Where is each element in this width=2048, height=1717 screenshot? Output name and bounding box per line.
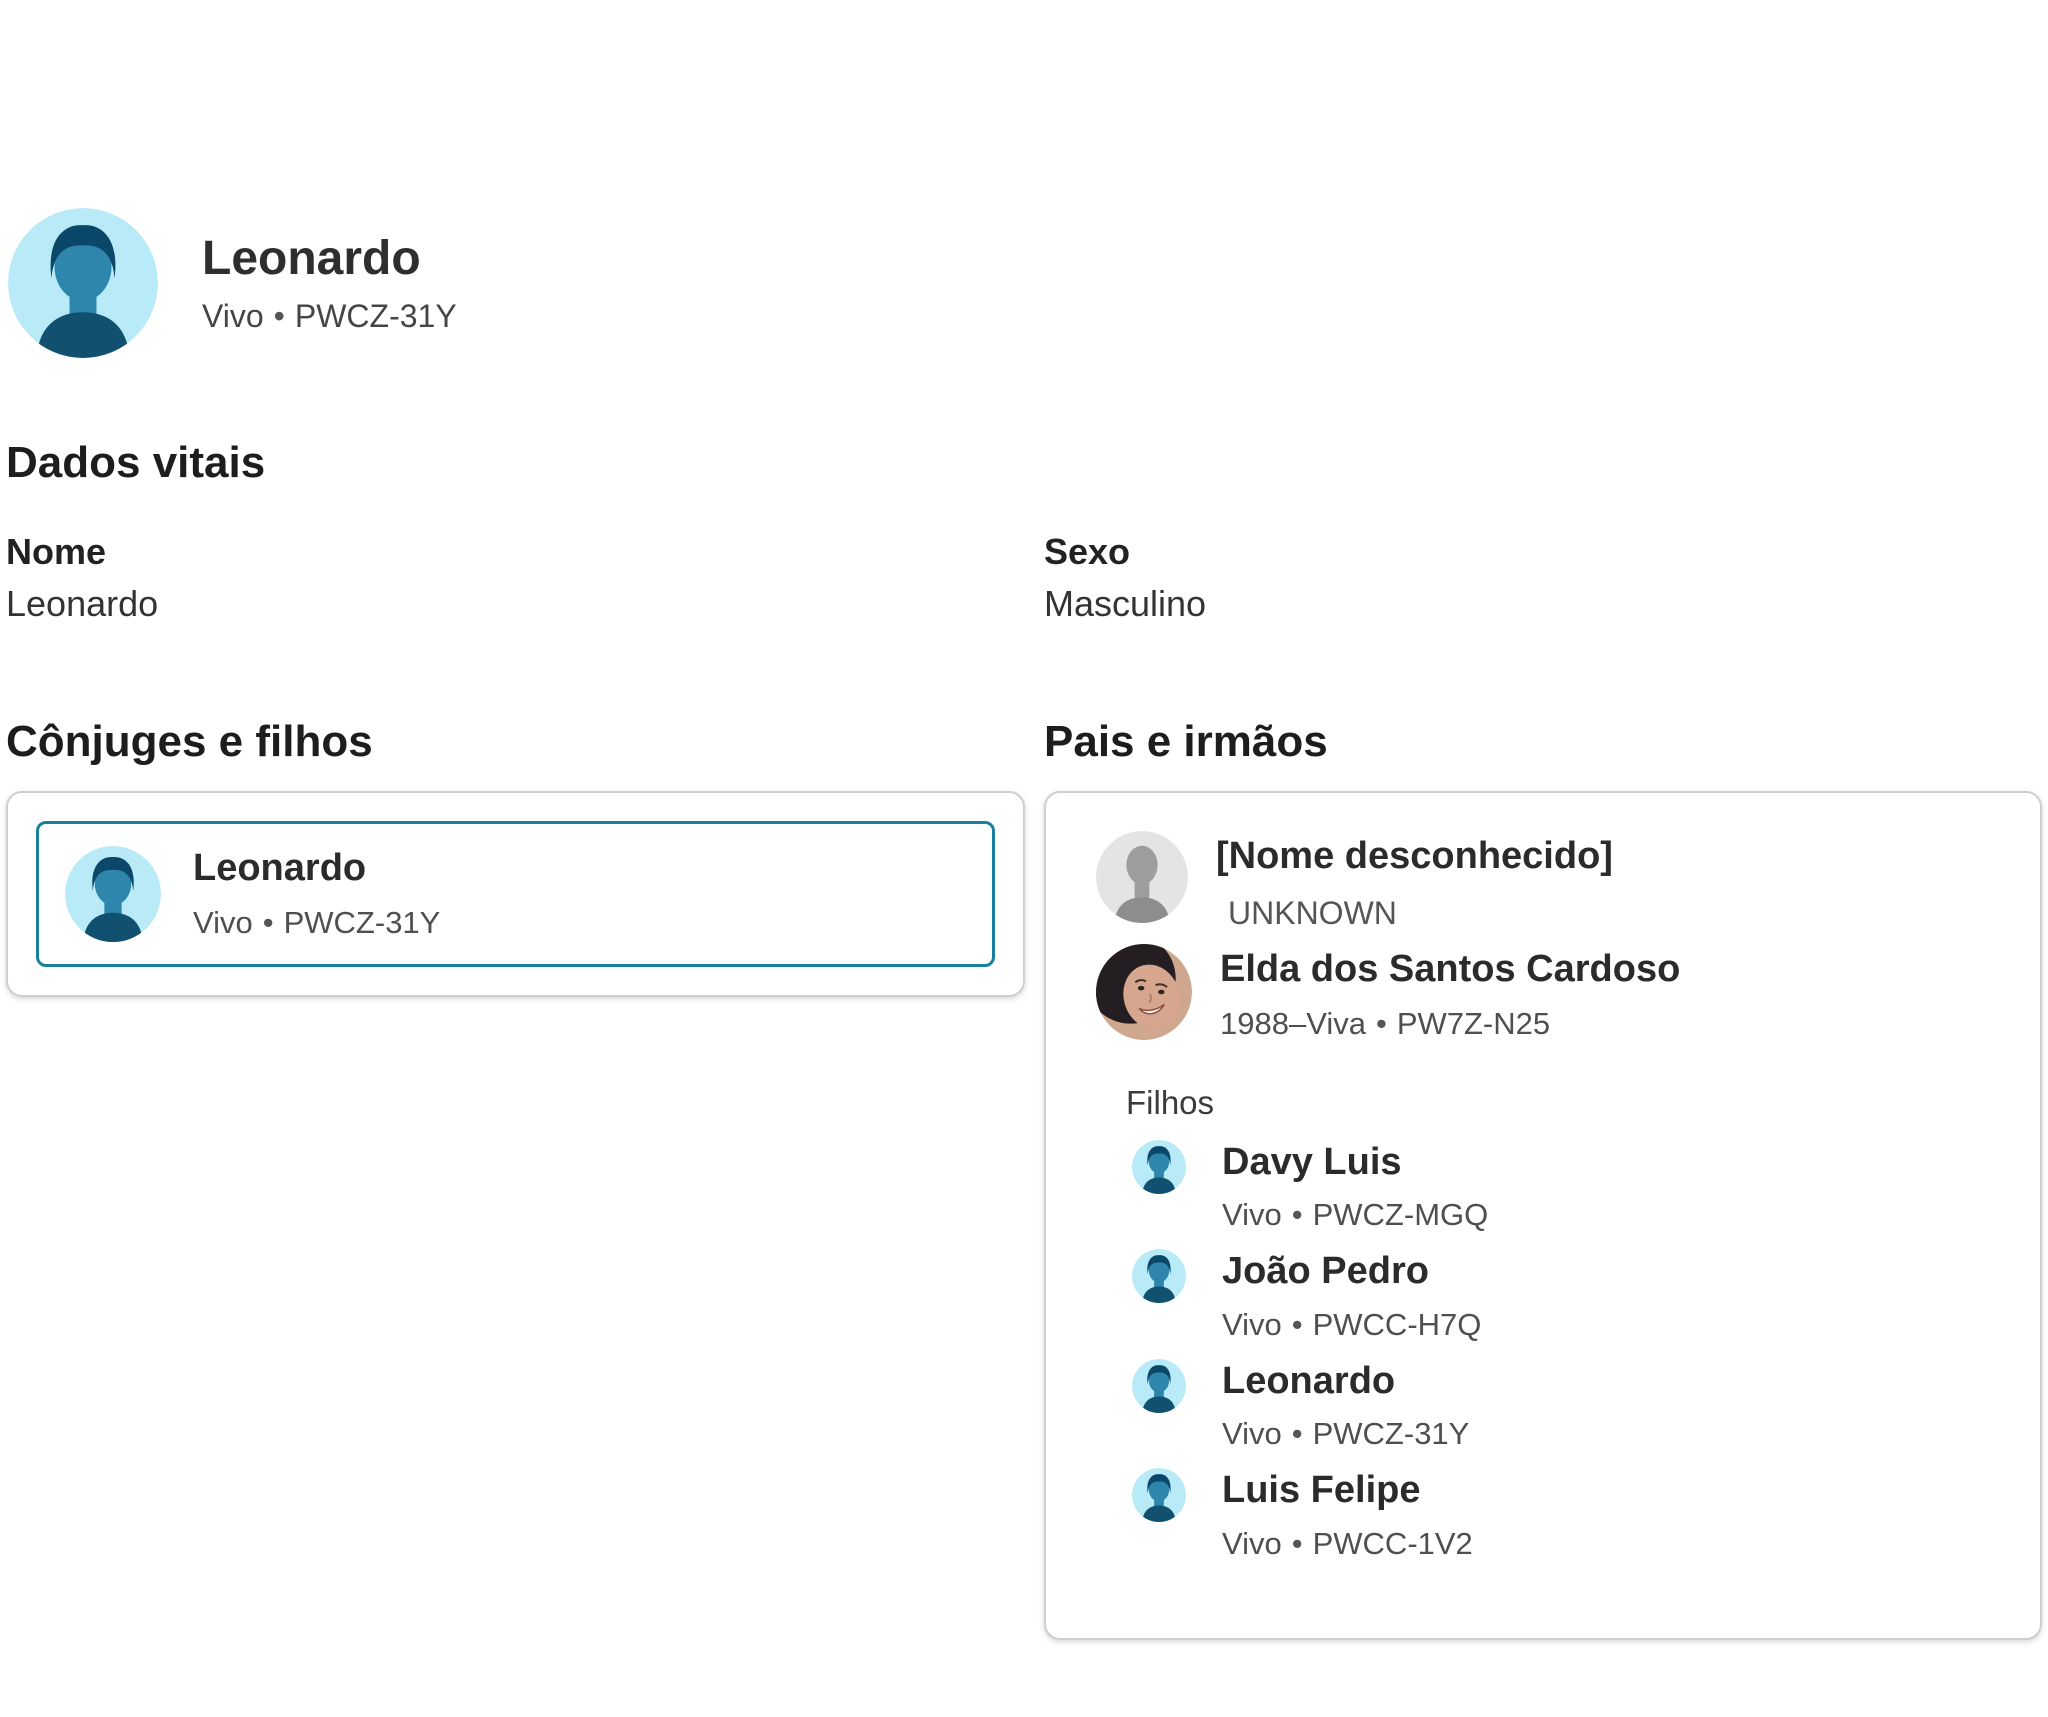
child-meta: Vivo • PWCC-H7Q bbox=[1222, 1307, 1481, 1343]
meta-separator: • bbox=[1292, 1197, 1303, 1232]
person-details-page: Leonardo Vivo • PWCZ-31Y Dados vitais Nome… bbox=[0, 0, 2048, 1717]
child-row-luis-felipe[interactable]: Luis Felipe Vivo • PWCC-1V2 bbox=[1132, 1468, 2000, 1562]
father-text: [Nome desconhecido] UNKNOWN bbox=[1216, 831, 1613, 932]
parents-card: [Nome desconhecido] UNKNOWN Elda dos San… bbox=[1044, 791, 2042, 1640]
person-header: Leonardo Vivo • PWCZ-31Y bbox=[0, 0, 2048, 358]
spouses-section: Cônjuges e filhos Leonardo Vivo • PWCZ-31Y bbox=[6, 717, 1025, 998]
profile-avatar[interactable] bbox=[8, 208, 158, 358]
child-avatar bbox=[1132, 1468, 1186, 1522]
father-name: [Nome desconhecido] bbox=[1216, 835, 1613, 879]
field-name: Nome Leonardo bbox=[6, 531, 1044, 625]
child-row-joao-pedro[interactable]: João Pedro Vivo • PWCC-H7Q bbox=[1132, 1249, 2000, 1343]
child-lifespan: Vivo bbox=[1222, 1307, 1282, 1342]
child-row-leonardo[interactable]: Leonardo Vivo • PWCZ-31Y bbox=[1132, 1359, 2000, 1453]
mother-id: PW7Z-N25 bbox=[1397, 1006, 1550, 1041]
child-lifespan: Vivo bbox=[1222, 1526, 1282, 1561]
child-text: Leonardo Vivo • PWCZ-31Y bbox=[1222, 1359, 1469, 1453]
child-avatar bbox=[1132, 1359, 1186, 1413]
child-id: PWCC-H7Q bbox=[1313, 1307, 1482, 1342]
spouse-text: Leonardo Vivo • PWCZ-31Y bbox=[193, 847, 440, 941]
child-meta: Vivo • PWCZ-MGQ bbox=[1222, 1197, 1488, 1233]
child-id: PWCC-1V2 bbox=[1313, 1526, 1473, 1561]
child-lifespan: Vivo bbox=[1222, 1197, 1282, 1232]
child-text: Davy Luis Vivo • PWCZ-MGQ bbox=[1222, 1140, 1488, 1234]
family-section: Cônjuges e filhos Leonardo Vivo • PWCZ-31Y bbox=[6, 717, 2042, 1640]
child-name: Leonardo bbox=[1222, 1359, 1469, 1405]
spouse-id: PWCZ-31Y bbox=[284, 905, 441, 940]
child-text: Luis Felipe Vivo • PWCC-1V2 bbox=[1222, 1468, 1473, 1562]
meta-separator: • bbox=[274, 298, 285, 334]
parents-title: Pais e irmãos bbox=[1044, 717, 2042, 768]
person-summary: Leonardo Vivo • PWCZ-31Y bbox=[202, 231, 457, 335]
father-row[interactable]: [Nome desconhecido] UNKNOWN bbox=[1096, 831, 2000, 932]
male-avatar-icon bbox=[1132, 1359, 1186, 1413]
field-sex-value: Masculino bbox=[1044, 583, 2042, 625]
child-id: PWCZ-31Y bbox=[1313, 1416, 1470, 1451]
parents-section: Pais e irmãos [Nome desconhecido] UNKNOW… bbox=[1044, 717, 2042, 1640]
field-name-value: Leonardo bbox=[6, 583, 1044, 625]
spouses-card: Leonardo Vivo • PWCZ-31Y bbox=[6, 791, 1025, 997]
person-lifespan: Vivo bbox=[202, 298, 264, 334]
child-text: João Pedro Vivo • PWCC-H7Q bbox=[1222, 1249, 1481, 1343]
photo-avatar-icon bbox=[1096, 944, 1192, 1040]
child-lifespan: Vivo bbox=[1222, 1416, 1282, 1451]
spouse-lifespan: Vivo bbox=[193, 905, 253, 940]
field-sex: Sexo Masculino bbox=[1044, 531, 2042, 625]
child-avatar bbox=[1132, 1140, 1186, 1194]
person-meta: Vivo • PWCZ-31Y bbox=[202, 298, 457, 335]
mother-text: Elda dos Santos Cardoso 1988–Viva • PW7Z-N… bbox=[1220, 944, 1680, 1042]
child-name: Luis Felipe bbox=[1222, 1468, 1473, 1514]
male-avatar-icon bbox=[1132, 1140, 1186, 1194]
field-name-label: Nome bbox=[6, 531, 1044, 573]
selected-person-card[interactable]: Leonardo Vivo • PWCZ-31Y bbox=[36, 821, 995, 967]
child-name: João Pedro bbox=[1222, 1249, 1481, 1295]
meta-separator: • bbox=[1292, 1526, 1303, 1561]
spouses-title: Cônjuges e filhos bbox=[6, 717, 1025, 768]
mother-row[interactable]: Elda dos Santos Cardoso 1988–Viva • PW7Z-N… bbox=[1096, 944, 2000, 1042]
person-name: Leonardo bbox=[202, 231, 457, 286]
mother-name: Elda dos Santos Cardoso bbox=[1220, 948, 1680, 992]
male-avatar-icon bbox=[65, 846, 161, 942]
male-avatar-icon bbox=[1132, 1468, 1186, 1522]
child-avatar bbox=[1132, 1249, 1186, 1303]
children-label: Filhos bbox=[1126, 1084, 2000, 1122]
child-meta: Vivo • PWCC-1V2 bbox=[1222, 1526, 1473, 1562]
vitals-title: Dados vitais bbox=[6, 438, 2042, 489]
person-id: PWCZ-31Y bbox=[295, 298, 457, 334]
meta-separator: • bbox=[263, 905, 274, 940]
vitals-section: Dados vitais Nome Leonardo Sexo Masculin… bbox=[6, 438, 2042, 625]
child-name: Davy Luis bbox=[1222, 1140, 1488, 1186]
mother-lifespan: 1988–Viva bbox=[1220, 1006, 1366, 1041]
child-row-davy-luis[interactable]: Davy Luis Vivo • PWCZ-MGQ bbox=[1132, 1140, 2000, 1234]
meta-separator: • bbox=[1376, 1006, 1387, 1041]
mother-avatar bbox=[1096, 944, 1192, 1040]
male-avatar-icon bbox=[1132, 1249, 1186, 1303]
father-detail: UNKNOWN bbox=[1216, 895, 1613, 932]
meta-separator: • bbox=[1292, 1416, 1303, 1451]
meta-separator: • bbox=[1292, 1307, 1303, 1342]
child-id: PWCZ-MGQ bbox=[1313, 1197, 1489, 1232]
spouse-avatar bbox=[65, 846, 161, 942]
father-avatar bbox=[1096, 831, 1188, 923]
unknown-avatar-icon bbox=[1096, 831, 1188, 923]
field-sex-label: Sexo bbox=[1044, 531, 2042, 573]
child-meta: Vivo • PWCZ-31Y bbox=[1222, 1416, 1469, 1452]
spouse-name: Leonardo bbox=[193, 847, 440, 891]
male-avatar-icon bbox=[8, 208, 158, 358]
mother-meta: 1988–Viva • PW7Z-N25 bbox=[1220, 1006, 1680, 1042]
spouse-meta: Vivo • PWCZ-31Y bbox=[193, 905, 440, 941]
vitals-grid: Nome Leonardo Sexo Masculino bbox=[6, 531, 2042, 625]
